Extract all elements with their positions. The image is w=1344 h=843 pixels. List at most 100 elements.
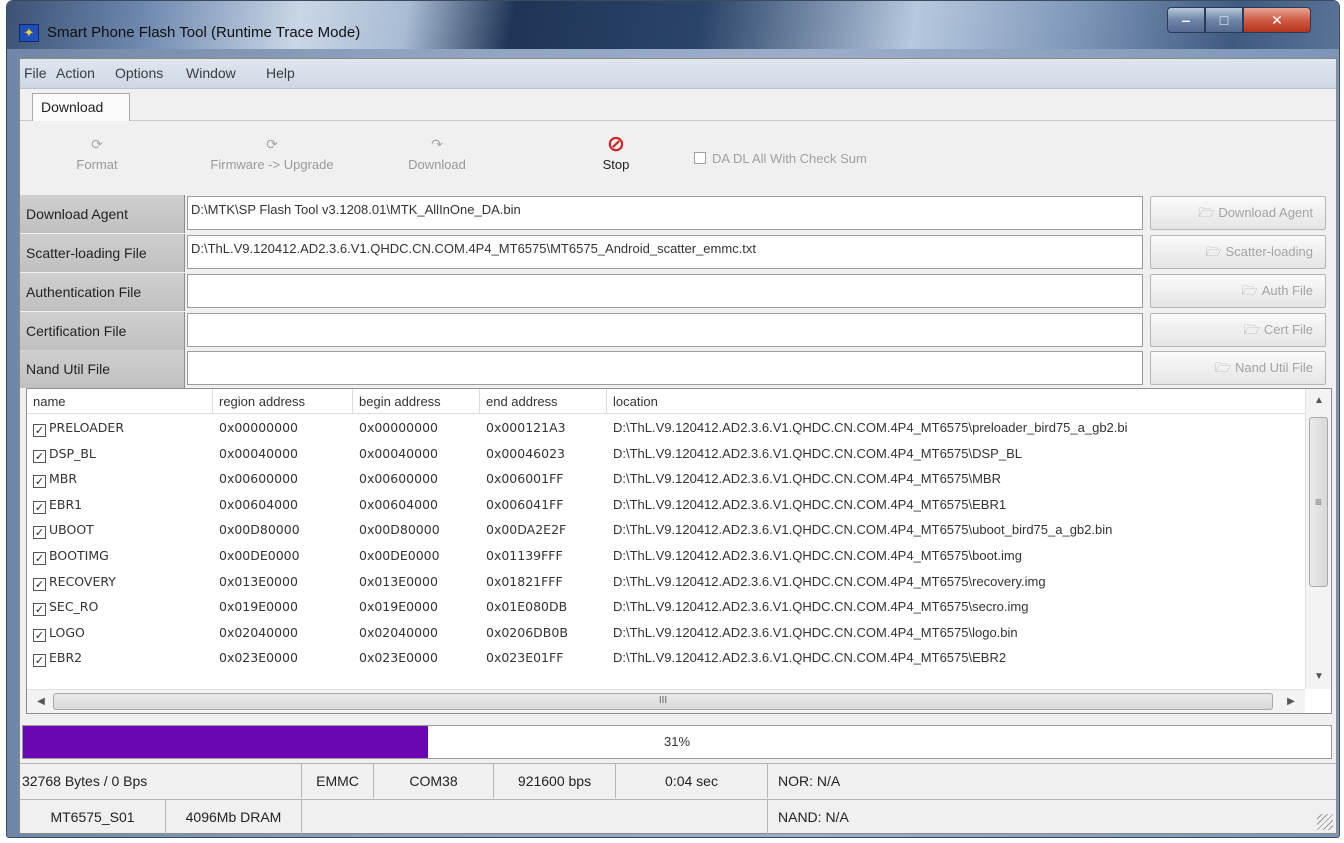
- scroll-up-icon[interactable]: ▲: [1306, 391, 1332, 411]
- checkbox-checked-icon[interactable]: ✓: [33, 424, 46, 437]
- app-window: ✦ Smart Phone Flash Tool (Runtime Trace …: [6, 0, 1340, 838]
- table-row[interactable]: ✓ DSP_BL 0x00040000 0x00040000 0x00046023 D:\…: [27, 441, 1305, 466]
- folder-icon: 🗁: [1241, 283, 1258, 298]
- minimize-button[interactable]: ‒: [1167, 7, 1205, 33]
- nand-util-button[interactable]: 🗁 Nand Util File: [1150, 351, 1326, 385]
- folder-icon: 🗁: [1243, 322, 1260, 337]
- horizontal-scrollbar[interactable]: ◀ III ▶: [27, 689, 1305, 713]
- end-cell: 0x000121A3: [486, 420, 566, 435]
- partition-name-cell: ✓ PRELOADER: [27, 415, 213, 440]
- begin-cell: 0x00040000: [359, 445, 438, 461]
- menu-help[interactable]: Help: [266, 65, 295, 81]
- folder-icon: 🗁: [1198, 205, 1215, 220]
- resize-grip-icon[interactable]: [1317, 814, 1333, 830]
- scatter-loading-button[interactable]: 🗁 Scatter-loading: [1150, 235, 1326, 269]
- auth-field[interactable]: [187, 274, 1143, 308]
- begin-cell: 0x00604000: [359, 496, 438, 512]
- col-begin-address[interactable]: begin address: [353, 389, 480, 414]
- table-row[interactable]: ✓ BOOTIMG 0x00DE0000 0x00DE0000 0x01139FFF D:…: [27, 543, 1305, 568]
- end-cell: 0x006041FF: [486, 496, 564, 512]
- progress-label: 31%: [663, 734, 691, 749]
- title-bar[interactable]: ✦ Smart Phone Flash Tool (Runtime Trace …: [7, 1, 1339, 49]
- maximize-button[interactable]: □: [1205, 7, 1243, 33]
- scroll-right-icon[interactable]: ▶: [1279, 690, 1303, 714]
- location-cell: D:\ThL.V9.120412.AD2.3.6.V1.QHDC.CN.COM.…: [613, 445, 1022, 461]
- region-cell: 0x02040000: [219, 624, 298, 640]
- cert-field[interactable]: [187, 313, 1143, 347]
- table-row[interactable]: ✓ PRELOADER 0x00000000 0x00000000 0x000121A3…: [27, 415, 1305, 440]
- partition-name: MBR: [49, 471, 78, 487]
- tab-download[interactable]: Download: [32, 93, 130, 121]
- partition-name: BOOTIMG: [49, 548, 109, 563]
- checkbox-checked-icon[interactable]: ✓: [33, 526, 46, 540]
- horizontal-scroll-thumb[interactable]: III: [53, 693, 1273, 710]
- menu-window[interactable]: Window: [186, 65, 236, 81]
- checkbox-checked-icon[interactable]: ✓: [33, 654, 46, 668]
- tab-bar: Download: [20, 89, 1336, 121]
- download-label: Download: [408, 157, 466, 172]
- close-button[interactable]: ✕: [1243, 7, 1311, 33]
- partition-table[interactable]: name region address begin address end ad…: [26, 388, 1332, 714]
- vertical-scroll-thumb[interactable]: ≡: [1309, 417, 1328, 587]
- col-name[interactable]: name: [27, 389, 213, 414]
- vertical-scrollbar[interactable]: ▲ ≡ ▼: [1305, 389, 1331, 689]
- table-row[interactable]: ✓ SEC_RO 0x019E0000 0x019E0000 0x01E080DB D:\…: [27, 594, 1305, 619]
- status-chip: MT6575_S01: [20, 800, 166, 834]
- table-row[interactable]: ✓ EBR2 0x023E0000 0x023E0000 0x023E01FF D:\Th…: [27, 645, 1305, 670]
- download-agent-row: Download Agent D:\MTK\SP Flash Tool v3.1…: [20, 195, 1330, 233]
- col-region-address[interactable]: region address: [213, 389, 353, 414]
- checkbox-checked-icon[interactable]: ✓: [33, 628, 46, 642]
- scatter-field[interactable]: D:\ThL.V9.120412.AD2.3.6.V1.QHDC.CN.COM.…: [187, 235, 1143, 269]
- firmware-upgrade-button[interactable]: ⟳ Firmware -> Upgrade: [192, 135, 352, 172]
- location-cell: D:\ThL.V9.120412.AD2.3.6.V1.QHDC.CN.COM.…: [613, 522, 1113, 538]
- format-icon: ⟳: [91, 136, 103, 152]
- table-row[interactable]: ✓ MBR 0x00600000 0x00600000 0x006001FF D:\ThL…: [27, 466, 1305, 491]
- status-row-2: MT6575_S01 4096Mb DRAM NAND: N/A: [20, 799, 1336, 834]
- checksum-checkbox[interactable]: DA DL All With Check Sum: [694, 151, 867, 166]
- menu-action[interactable]: Action: [56, 65, 95, 81]
- download-agent-label: Download Agent: [20, 195, 185, 233]
- region-cell: 0x00600000: [219, 471, 298, 487]
- format-button[interactable]: ⟳ Format: [62, 135, 132, 172]
- partition-name: SEC_RO: [49, 599, 99, 615]
- status-nor: NOR: N/A: [778, 773, 841, 789]
- checkbox-checked-icon[interactable]: ✓: [33, 500, 46, 514]
- checkbox-checked-icon[interactable]: ✓: [33, 475, 46, 489]
- nand-label: Nand Util File: [20, 350, 185, 388]
- partition-name-cell: ✓ BOOTIMG: [27, 543, 213, 568]
- checkbox-checked-icon[interactable]: ✓: [33, 603, 46, 617]
- nand-field[interactable]: [187, 351, 1143, 385]
- col-end-address[interactable]: end address: [480, 389, 607, 414]
- table-row[interactable]: ✓ EBR1 0x00604000 0x00604000 0x006041FF D:\Th…: [27, 492, 1305, 517]
- stop-icon: ⊘: [606, 131, 626, 156]
- scroll-down-icon[interactable]: ▼: [1306, 667, 1332, 687]
- partition-name-cell: ✓ EBR1: [27, 492, 213, 517]
- table-header: name region address begin address end ad…: [27, 389, 1305, 414]
- window-title: Smart Phone Flash Tool (Runtime Trace Mo…: [47, 24, 361, 41]
- download-button[interactable]: ↷ Download: [392, 135, 482, 172]
- partition-name: EBR2: [49, 650, 83, 666]
- stop-button[interactable]: ⊘ Stop: [586, 131, 646, 173]
- cert-file-button[interactable]: 🗁 Cert File: [1150, 313, 1326, 347]
- table-row[interactable]: ✓ LOGO 0x02040000 0x02040000 0x0206DB0B D:\Th…: [27, 620, 1305, 645]
- table-row[interactable]: ✓ RECOVERY 0x013E0000 0x013E0000 0x01821FFF D…: [27, 569, 1305, 594]
- auth-file-button[interactable]: 🗁 Auth File: [1150, 274, 1326, 308]
- checkbox-checked-icon[interactable]: ✓: [33, 577, 46, 591]
- status-baud: 921600 bps: [494, 764, 616, 798]
- region-cell: 0x00DE0000: [219, 548, 300, 563]
- region-cell: 0x00040000: [219, 445, 298, 461]
- col-location[interactable]: location: [607, 389, 1305, 414]
- download-agent-button[interactable]: 🗁 Download Agent: [1150, 196, 1326, 230]
- menu-file[interactable]: File: [24, 65, 47, 81]
- partition-name-cell: ✓ RECOVERY: [27, 569, 213, 594]
- folder-icon: 🗁: [1205, 244, 1222, 259]
- checkbox-checked-icon[interactable]: ✓: [33, 552, 46, 565]
- download-agent-field[interactable]: D:\MTK\SP Flash Tool v3.1208.01\MTK_AllI…: [187, 196, 1143, 230]
- table-row[interactable]: ✓ UBOOT 0x00D80000 0x00D80000 0x00DA2E2F D:\T…: [27, 517, 1305, 542]
- menu-options[interactable]: Options: [115, 65, 163, 81]
- region-cell: 0x00D80000: [219, 522, 300, 538]
- scroll-left-icon[interactable]: ◀: [29, 690, 53, 714]
- checkbox-checked-icon[interactable]: ✓: [33, 449, 46, 463]
- partition-name: LOGO: [49, 624, 85, 640]
- end-cell: 0x01E080DB: [486, 599, 568, 615]
